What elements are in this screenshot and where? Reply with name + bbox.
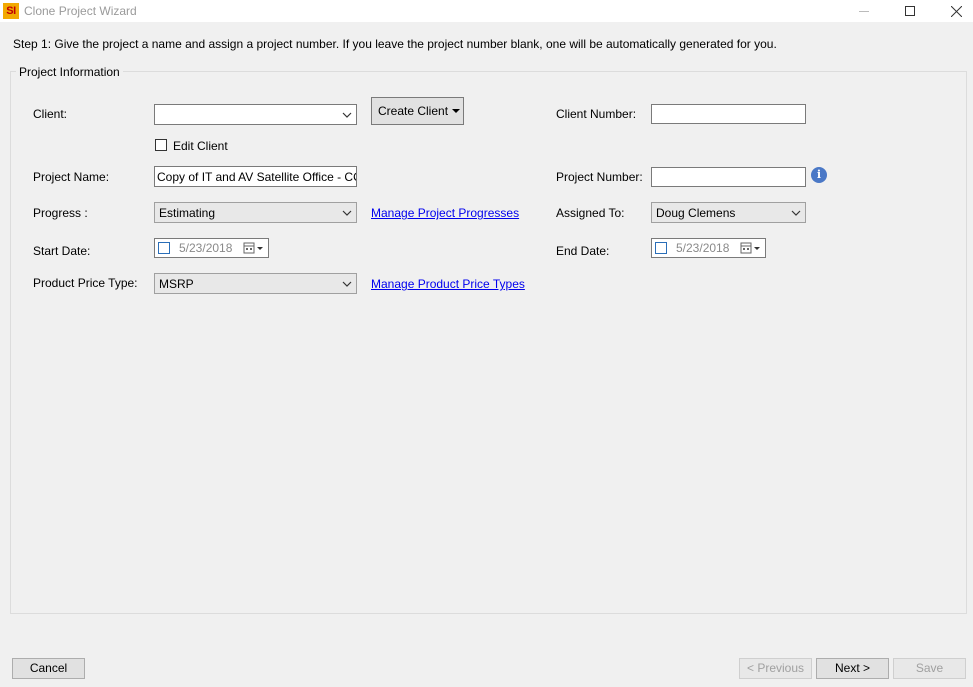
- project-number-input[interactable]: [651, 167, 806, 187]
- product-price-type-label: Product Price Type:: [33, 276, 138, 290]
- dropdown-arrow-icon: [452, 109, 460, 113]
- title-bar: SI Clone Project Wizard: [0, 0, 973, 22]
- previous-button[interactable]: < Previous: [739, 658, 812, 679]
- end-date-value: 5/23/2018: [676, 241, 730, 255]
- product-price-type-value: MSRP: [159, 277, 194, 291]
- progress-value: Estimating: [159, 206, 216, 220]
- project-name-value: Copy of IT and AV Satellite Office - CO …: [157, 170, 357, 184]
- manage-project-progresses-link[interactable]: Manage Project Progresses: [371, 206, 519, 220]
- progress-label: Progress :: [33, 206, 88, 220]
- client-number-input[interactable]: [651, 104, 806, 124]
- info-icon[interactable]: i: [811, 167, 827, 183]
- window-title: Clone Project Wizard: [24, 4, 137, 18]
- calendar-icon[interactable]: [243, 241, 265, 255]
- product-price-type-dropdown[interactable]: MSRP: [154, 273, 357, 294]
- group-title: Project Information: [16, 65, 123, 79]
- app-logo-icon: SI: [3, 3, 19, 19]
- save-button[interactable]: Save: [893, 658, 966, 679]
- project-number-label: Project Number:: [556, 170, 643, 184]
- edit-client-checkbox[interactable]: [155, 139, 167, 151]
- next-button[interactable]: Next >: [816, 658, 889, 679]
- project-name-label: Project Name:: [33, 170, 110, 184]
- project-name-input[interactable]: Copy of IT and AV Satellite Office - CO …: [154, 166, 357, 187]
- maximize-icon[interactable]: [887, 0, 933, 22]
- start-date-picker[interactable]: 5/23/2018: [154, 238, 269, 258]
- chevron-down-icon: [342, 210, 352, 216]
- assigned-to-label: Assigned To:: [556, 206, 625, 220]
- start-date-checkbox[interactable]: [158, 242, 170, 254]
- progress-dropdown[interactable]: Estimating: [154, 202, 357, 223]
- create-client-button[interactable]: Create Client: [371, 97, 464, 125]
- instruction-text: Step 1: Give the project a name and assi…: [13, 37, 777, 51]
- cancel-button[interactable]: Cancel: [12, 658, 85, 679]
- chevron-down-icon: [791, 210, 801, 216]
- project-information-group: [10, 71, 967, 614]
- assigned-to-dropdown[interactable]: Doug Clemens: [651, 202, 806, 223]
- start-date-value: 5/23/2018: [179, 241, 233, 255]
- chevron-down-icon: [342, 112, 352, 118]
- end-date-checkbox[interactable]: [655, 242, 667, 254]
- assigned-to-value: Doug Clemens: [656, 206, 736, 220]
- client-label: Client:: [33, 107, 68, 121]
- create-client-label: Create Client: [378, 104, 449, 118]
- chevron-down-icon: [342, 281, 352, 287]
- manage-product-price-types-link[interactable]: Manage Product Price Types: [371, 277, 525, 291]
- end-date-picker[interactable]: 5/23/2018: [651, 238, 766, 258]
- minimize-icon[interactable]: [841, 0, 887, 22]
- end-date-label: End Date:: [556, 244, 610, 258]
- client-dropdown[interactable]: [154, 104, 357, 125]
- calendar-icon[interactable]: [740, 241, 762, 255]
- start-date-label: Start Date:: [33, 244, 91, 258]
- client-number-label: Client Number:: [556, 107, 637, 121]
- edit-client-label: Edit Client: [173, 139, 228, 153]
- close-icon[interactable]: [933, 0, 973, 22]
